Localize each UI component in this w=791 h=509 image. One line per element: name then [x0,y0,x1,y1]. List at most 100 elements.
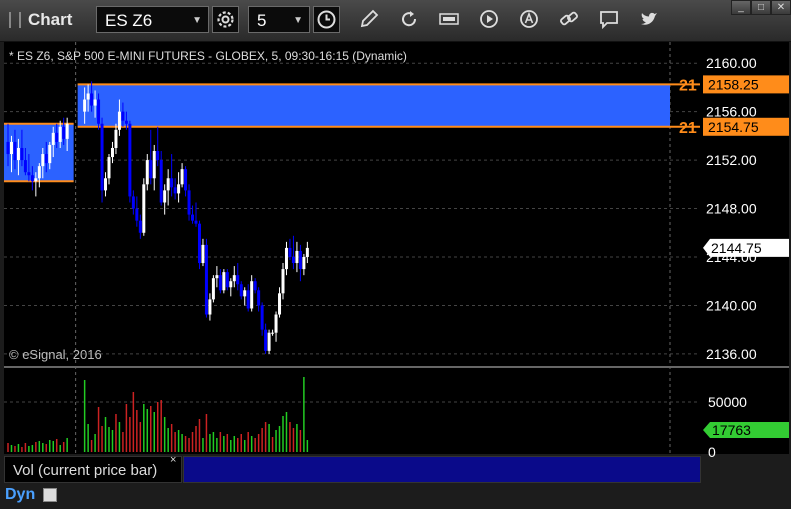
candle-body [243,290,247,297]
price-tick-label: 2156.00 [706,104,757,120]
candle-body [16,147,20,161]
candle-body [121,111,125,121]
candle-body [170,178,174,188]
candle-body [149,160,153,179]
candle-body [58,126,62,142]
candle-body [152,151,156,179]
dynamic-mode-label[interactable]: Dyn [5,486,35,504]
close-study-icon[interactable]: × [170,454,176,466]
candle-body [218,275,222,291]
candle-body [128,123,132,197]
candle-body [41,154,45,167]
candle-body [211,278,215,300]
candle-body [197,223,201,264]
chart-title: * ES Z6, S&P 500 E-MINI FUTURES - GLOBEX… [9,49,407,63]
candle-body [166,178,170,191]
candle-body [65,123,69,139]
candle-body [180,169,184,185]
candle-body [142,184,146,233]
candle-body [114,129,118,148]
zone-price-label: 2154.75 [708,119,759,135]
price-tick-label: 2136.00 [706,346,757,362]
volume-tick-label: 50000 [708,394,747,410]
candle-body [159,160,163,203]
candle-body [184,169,188,191]
candle-body [250,281,254,309]
candle-body [13,141,17,161]
candle-body [27,172,31,176]
candle-body [44,154,48,164]
last-price-label: 2144.75 [711,240,762,256]
price-tick-label: 2152.00 [706,152,757,168]
candle-body [284,247,288,270]
candle-body [23,160,27,173]
candle-body [145,160,149,185]
candle-body [229,281,233,288]
candle-body [30,175,34,182]
candle-body [163,190,167,203]
candle-body [90,93,94,106]
candle-body [274,314,278,333]
candle-body [236,275,240,285]
candle-body [187,190,191,215]
zone-tag-text: 21 [679,77,697,94]
chart-canvas[interactable]: 2136.002140.002144.002148.002152.002156.… [0,0,791,509]
candle-body [288,247,292,257]
candle-body [117,111,121,130]
candle-body [278,293,282,315]
candle-body [156,151,160,161]
dynamic-mode-icon[interactable] [43,488,57,502]
candle-body [253,281,257,291]
candle-body [208,299,212,315]
candle-body [20,147,24,161]
candle-body [177,184,181,194]
candle-body [305,247,309,257]
candle-body [232,275,236,282]
supply-zone [77,84,670,127]
candle-body [51,132,55,145]
candle-body [55,132,59,142]
candle-body [100,123,104,191]
candle-body [194,220,198,224]
candle-body [124,120,128,124]
candle-body [291,256,295,264]
candle-body [48,144,52,164]
candle-body [264,329,268,351]
candle-body [110,147,114,158]
candle-body [6,141,10,155]
candle-body [34,178,38,182]
candle-body [86,93,90,100]
candle-body [215,275,219,279]
candle-body [62,126,66,139]
candle-body [173,187,177,194]
study-strip[interactable] [183,456,701,483]
candle-body [239,284,243,297]
price-tick-label: 2140.00 [706,297,757,313]
time-axis-bar [0,484,791,509]
candle-body [267,332,271,351]
candle-body [191,214,195,221]
candle-body [204,244,208,315]
candle-body [225,272,229,288]
candle-body [260,305,264,330]
candle-body [107,157,111,179]
price-tick-label: 2148.00 [706,201,757,217]
volume-tick-label: 0 [708,444,716,460]
zone-tag-text: 21 [679,120,697,137]
candle-body [201,244,205,264]
zone-price-label: 2158.25 [708,76,759,92]
candle-body [37,166,41,179]
candle-body [298,250,302,270]
volume-study-label[interactable]: Vol (current price bar) [4,456,182,483]
candle-body [257,290,261,306]
volume-axis[interactable] [702,368,789,454]
candle-body [295,250,299,264]
candle-body [104,178,108,191]
candle-body [83,99,87,112]
candle-body [302,256,306,270]
copyright-text: © eSignal, 2016 [9,347,102,362]
candle-body [93,99,97,106]
candle-body [135,208,139,221]
candle-body [281,269,285,294]
price-tick-label: 2160.00 [706,55,757,71]
